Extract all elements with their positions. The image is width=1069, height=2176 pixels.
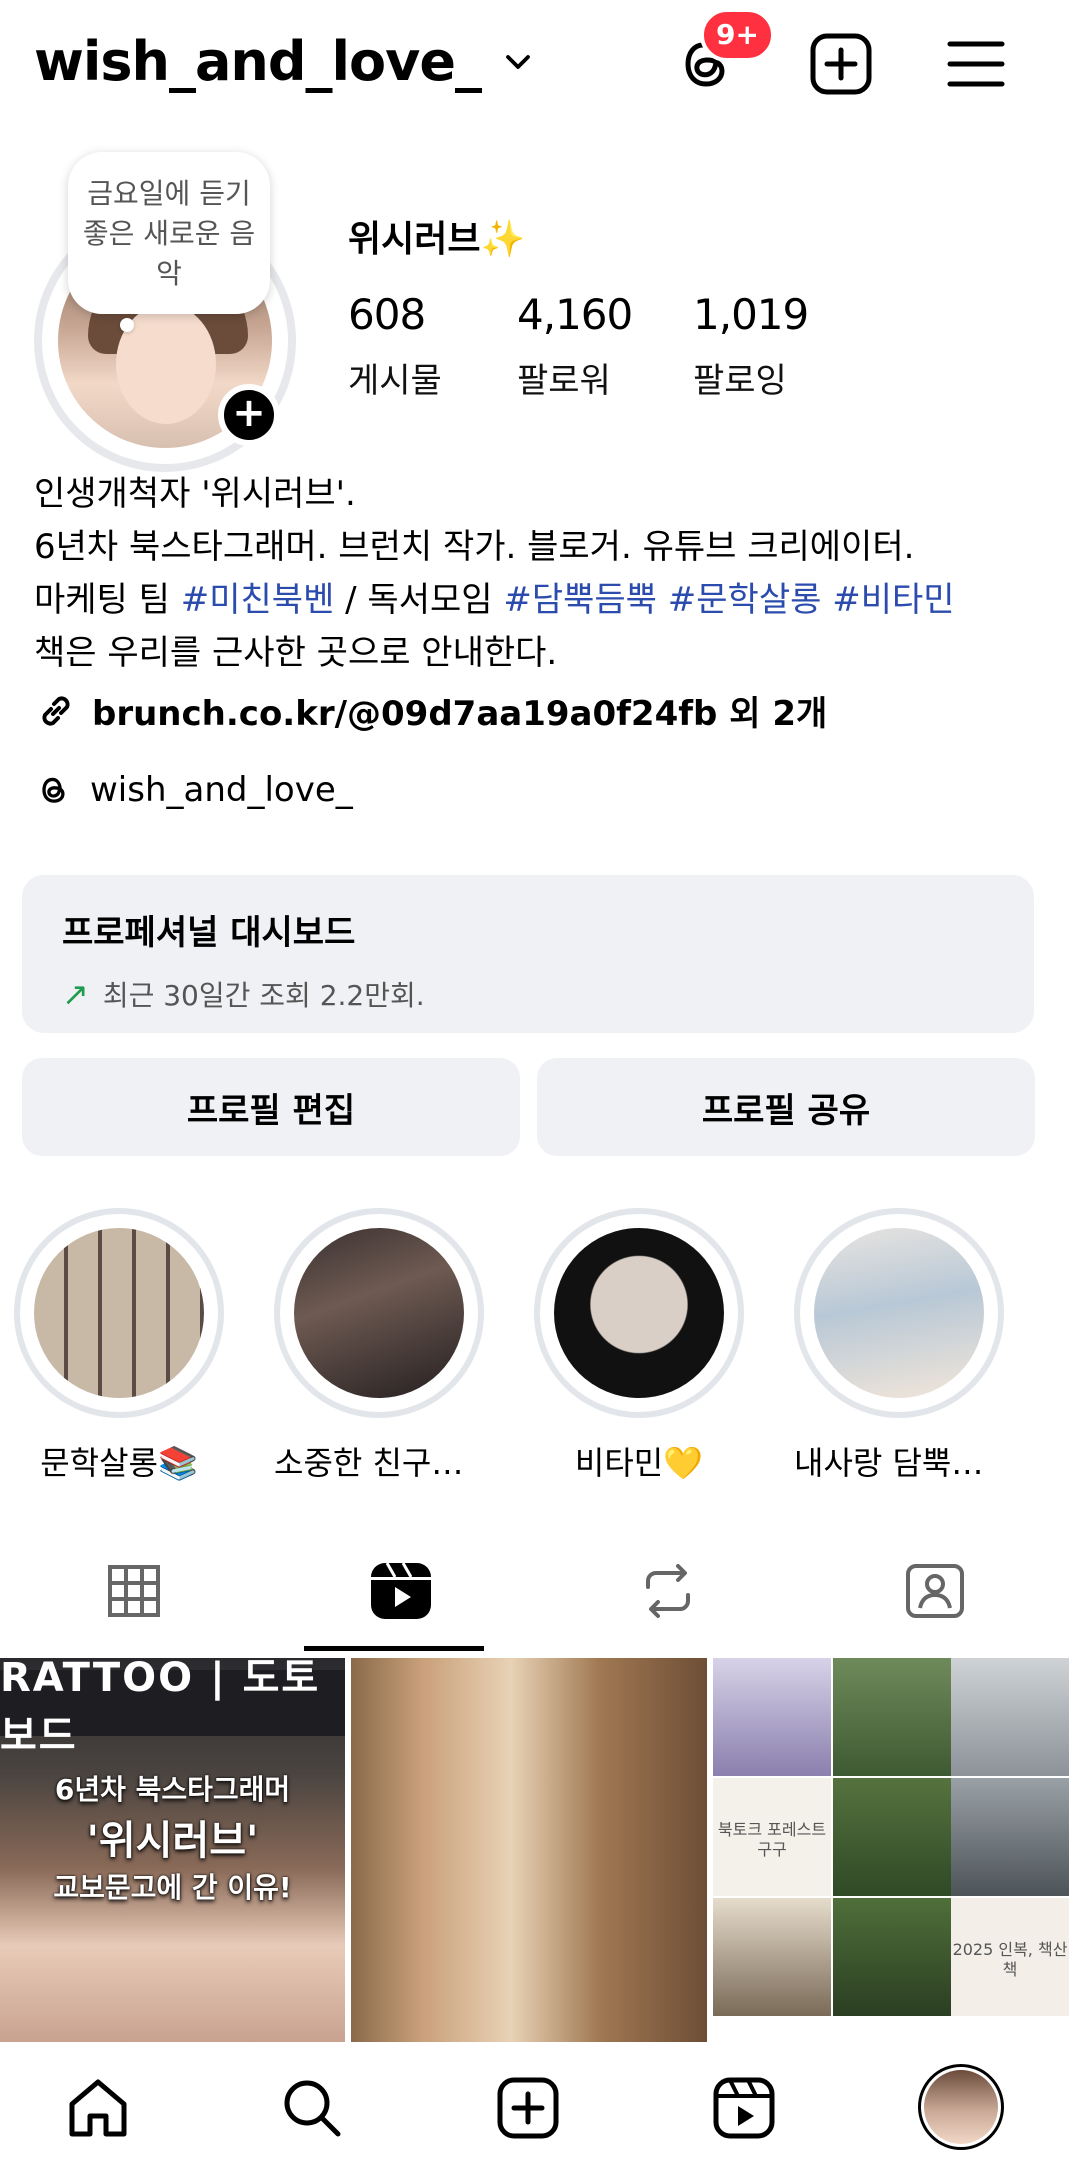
account-switcher[interactable]: wish_and_love_ bbox=[34, 30, 533, 93]
share-profile-button[interactable]: 프로필 공유 bbox=[537, 1058, 1035, 1156]
threads-icon bbox=[42, 777, 65, 803]
grid-icon bbox=[107, 1565, 160, 1617]
hashtag-link[interactable]: #미친북벤 bbox=[181, 580, 335, 620]
caption-line: '위시러브' bbox=[86, 1818, 259, 1864]
highlight-ring bbox=[794, 1208, 1004, 1418]
caption-line: 교보문고에 간 이유! bbox=[53, 1871, 292, 1904]
highlight-label: 내사랑 담뿍듬뿍... bbox=[794, 1444, 1004, 1482]
stat-following[interactable]: 1,019 팔로잉 bbox=[693, 290, 809, 402]
active-tab-indicator bbox=[304, 1646, 484, 1651]
highlight-label: 비타민💛 bbox=[574, 1444, 704, 1482]
tab-reposts[interactable] bbox=[534, 1530, 801, 1652]
reels-grid: RATTOO | 도토보드 6년차 북스타그래머 '위시러브' 교보문고에 간 … bbox=[0, 1658, 1069, 2042]
home-icon[interactable] bbox=[62, 2072, 134, 2144]
collage-text: 2025 인복, 책산책 bbox=[952, 1940, 1068, 1979]
story-highlight[interactable]: 소중한 친구들🩷 bbox=[274, 1208, 484, 1484]
highlight-ring bbox=[534, 1208, 744, 1418]
bio-line-2: 6년차 북스타그래머. 브런치 작가. 블로거. 유튜브 크리에이터. bbox=[34, 527, 915, 567]
reel-thumbnail[interactable] bbox=[351, 1658, 707, 2042]
followers-label: 팔로워 bbox=[517, 361, 611, 401]
note-tail bbox=[120, 318, 134, 332]
highlight-label: 문학살롱📚 bbox=[40, 1444, 198, 1482]
following-count: 1,019 bbox=[693, 290, 809, 339]
create-icon[interactable] bbox=[492, 2072, 564, 2144]
external-link[interactable]: brunch.co.kr/@09d7aa19a0f24fb 외 2개 bbox=[34, 686, 827, 735]
chevron-down-icon bbox=[506, 54, 530, 69]
reel-thumbnail[interactable]: RATTOO | 도토보드 6년차 북스타그래머 '위시러브' 교보문고에 간 … bbox=[0, 1658, 345, 2042]
post-sign-text: RATTOO | 도토보드 bbox=[0, 1658, 345, 1759]
tab-posts-grid[interactable] bbox=[0, 1530, 267, 1652]
story-highlight[interactable]: 내사랑 담뿍듬뿍... bbox=[794, 1208, 1004, 1484]
dashboard-title: 프로페셔널 대시보드 bbox=[62, 913, 356, 953]
bio-text: 마케팅 팀 bbox=[34, 580, 181, 620]
professional-dashboard[interactable]: 프로페셔널 대시보드 ↗ 최근 30일간 조회 2.2만회. bbox=[22, 875, 1034, 1033]
link-text: brunch.co.kr/@09d7aa19a0f24fb 외 2개 bbox=[92, 694, 828, 734]
stat-followers[interactable]: 4,160 팔로워 bbox=[517, 290, 633, 402]
display-name: 위시러브✨ bbox=[348, 219, 526, 260]
bottom-navigation bbox=[0, 2042, 1069, 2176]
top-header: wish_and_love_ 9+ bbox=[0, 0, 1069, 130]
highlight-cover bbox=[554, 1228, 724, 1398]
link-icon bbox=[42, 695, 70, 726]
tagged-person-icon bbox=[905, 1564, 964, 1618]
note-bubble[interactable]: 금요일에 듣기 좋은 새로운 음악 bbox=[68, 152, 270, 314]
repost-icon bbox=[645, 1564, 690, 1618]
add-story-button[interactable]: + bbox=[218, 384, 280, 446]
hashtag-link[interactable]: #문학살롱 bbox=[668, 580, 822, 620]
following-label: 팔로잉 bbox=[693, 361, 787, 401]
highlight-cover bbox=[34, 1228, 204, 1398]
hashtag-link[interactable]: #비타민 bbox=[832, 580, 954, 620]
tab-reels[interactable] bbox=[267, 1530, 534, 1652]
menu-icon[interactable] bbox=[940, 28, 1012, 100]
reels-icon bbox=[370, 1562, 431, 1619]
hashtag-link[interactable]: #담뿍듬뿍 bbox=[503, 580, 657, 620]
bio-line-1: 인생개척자 '위시러브'. bbox=[34, 474, 356, 514]
caption-line: 6년차 북스타그래머 bbox=[54, 1773, 291, 1806]
search-icon[interactable] bbox=[276, 2072, 348, 2144]
post-caption: 6년차 북스타그래머 '위시러브' 교보문고에 간 이유! bbox=[0, 1768, 345, 1906]
note-text: 금요일에 듣기 좋은 새로운 음악 bbox=[82, 177, 256, 290]
threads-handle: wish_and_love_ bbox=[90, 770, 353, 810]
bio-text: / 독서모임 bbox=[334, 580, 504, 620]
posts-count: 608 bbox=[348, 290, 426, 339]
avatar-image bbox=[924, 2070, 998, 2144]
tab-tagged[interactable] bbox=[801, 1530, 1068, 1652]
highlight-cover bbox=[814, 1228, 984, 1398]
reel-thumbnail[interactable]: 북토크 포레스트 구구 2025 인복, 책산책 bbox=[713, 1658, 1069, 2042]
profile-nav-avatar[interactable] bbox=[918, 2064, 1004, 2150]
dashboard-subtitle: ↗ 최근 30일간 조회 2.2만회. bbox=[62, 974, 994, 1014]
reels-nav-icon[interactable] bbox=[708, 2072, 780, 2144]
highlight-label: 소중한 친구들🩷 bbox=[274, 1444, 484, 1482]
story-highlight[interactable]: 문학살롱📚 bbox=[14, 1208, 224, 1484]
bio-line-3: 마케팅 팀 #미친북벤 / 독서모임 #담뿍듬뿍 #문학살롱 #비타민 bbox=[34, 574, 1054, 627]
trend-arrow-icon: ↗ bbox=[62, 975, 89, 1013]
username-label: wish_and_love_ bbox=[34, 30, 482, 93]
stat-posts[interactable]: 608 게시물 bbox=[348, 290, 442, 402]
collage-text: 북토크 포레스트 구구 bbox=[717, 1820, 827, 1859]
edit-profile-button[interactable]: 프로필 편집 bbox=[22, 1058, 520, 1156]
bio-line-4: 책은 우리를 근사한 곳으로 안내한다. bbox=[34, 633, 558, 673]
highlight-cover bbox=[294, 1228, 464, 1398]
highlight-ring bbox=[14, 1208, 224, 1418]
bio: 인생개척자 '위시러브'. 6년차 북스타그래머. 브런치 작가. 블로거. 유… bbox=[34, 468, 1054, 680]
story-highlight[interactable]: 비타민💛 bbox=[534, 1208, 744, 1484]
posts-label: 게시물 bbox=[348, 361, 442, 401]
profile-tabs bbox=[0, 1530, 1069, 1652]
threads-profile-link[interactable]: wish_and_love_ bbox=[34, 770, 353, 810]
highlight-ring bbox=[274, 1208, 484, 1418]
dashboard-stats: 최근 30일간 조회 2.2만회. bbox=[102, 979, 425, 1012]
followers-count: 4,160 bbox=[517, 290, 633, 339]
notification-badge: 9+ bbox=[700, 8, 775, 62]
add-post-icon[interactable] bbox=[805, 28, 877, 100]
